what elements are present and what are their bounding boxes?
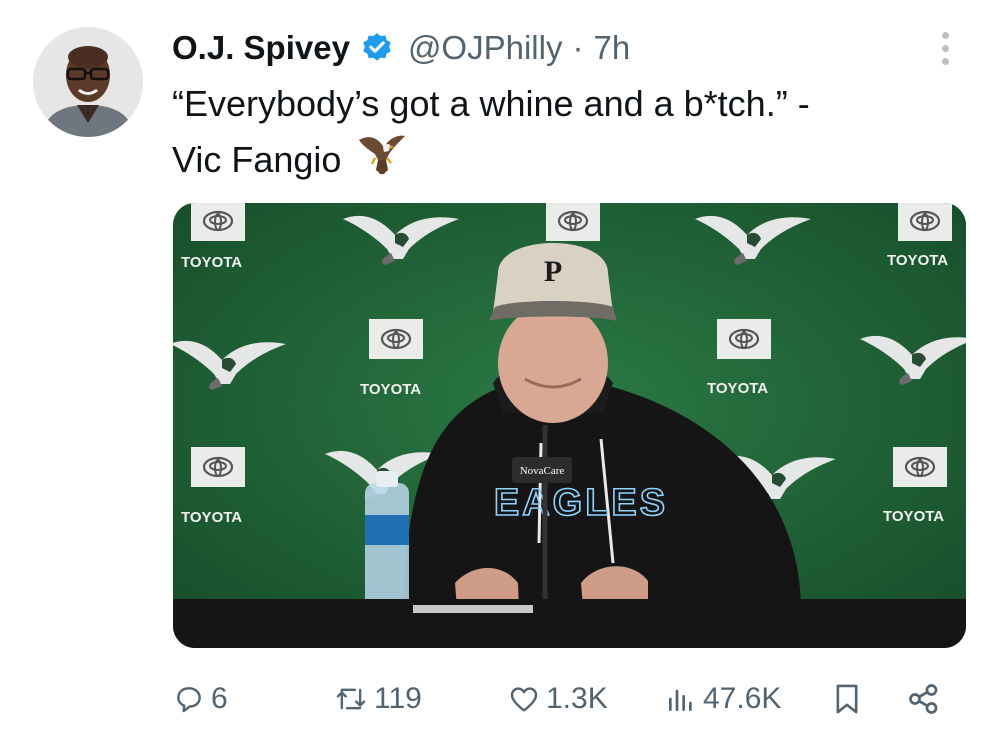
tweet-actions-bar: 6 119 1.3K 47.6K [0,676,1000,722]
eagle-emoji-icon [357,130,407,192]
press-table [173,599,966,648]
sponsor-label: TOYOTA [707,380,768,397]
author-name[interactable]: O.J. Spivey [172,29,350,67]
mic-flag-logo: NovaCare [520,465,565,477]
views-button[interactable]: 47.6K [665,676,781,722]
reply-icon [173,683,205,715]
repost-button[interactable]: 119 [334,676,422,722]
tweet-header: O.J. Spivey @OJPhilly · 7h [172,26,630,70]
share-icon [906,681,942,717]
views-chart-icon [665,683,697,715]
views-count: 47.6K [703,682,782,715]
sponsor-label: TOYOTA [181,509,242,526]
heart-icon [508,683,540,715]
share-button[interactable] [906,676,942,722]
sponsor-label: TOYOTA [887,252,948,269]
bookmark-button[interactable] [832,676,862,722]
tweet-photo[interactable]: TOYOTA TOYOTA TOYOTA TOYOTA TOYOTA TOYOT… [173,203,966,648]
repost-icon [334,683,368,715]
tweet-text-line-1: “Everybody’s got a whine and a b*tch.” - [172,83,810,124]
verified-badge-icon [360,31,394,65]
like-count: 1.3K [546,682,608,715]
tweet-text-line-2: Vic Fangio [172,139,342,180]
sponsor-label: TOYOTA [181,254,242,271]
repost-count: 119 [374,682,422,715]
like-button[interactable]: 1.3K [508,676,608,722]
sponsor-label: TOYOTA [360,381,421,398]
more-options-icon[interactable] [935,32,955,72]
tweet-text: “Everybody’s got a whine and a b*tch.” -… [172,78,962,192]
sponsor-label: TOYOTA [883,508,944,525]
reply-count: 6 [211,682,228,715]
water-bottle [365,471,409,611]
bookmark-icon [832,682,862,716]
tweet-timestamp[interactable]: 7h [593,29,630,67]
cap-logo: P [544,255,562,288]
author-handle[interactable]: @OJPhilly [408,29,563,67]
separator-dot: · [572,29,584,66]
reply-button[interactable]: 6 [173,676,228,722]
author-avatar[interactable] [33,27,143,137]
tweet-text-line-2-wrap: Vic Fangio [172,130,962,192]
hoodie-wordmark: EAGLES [494,482,668,524]
